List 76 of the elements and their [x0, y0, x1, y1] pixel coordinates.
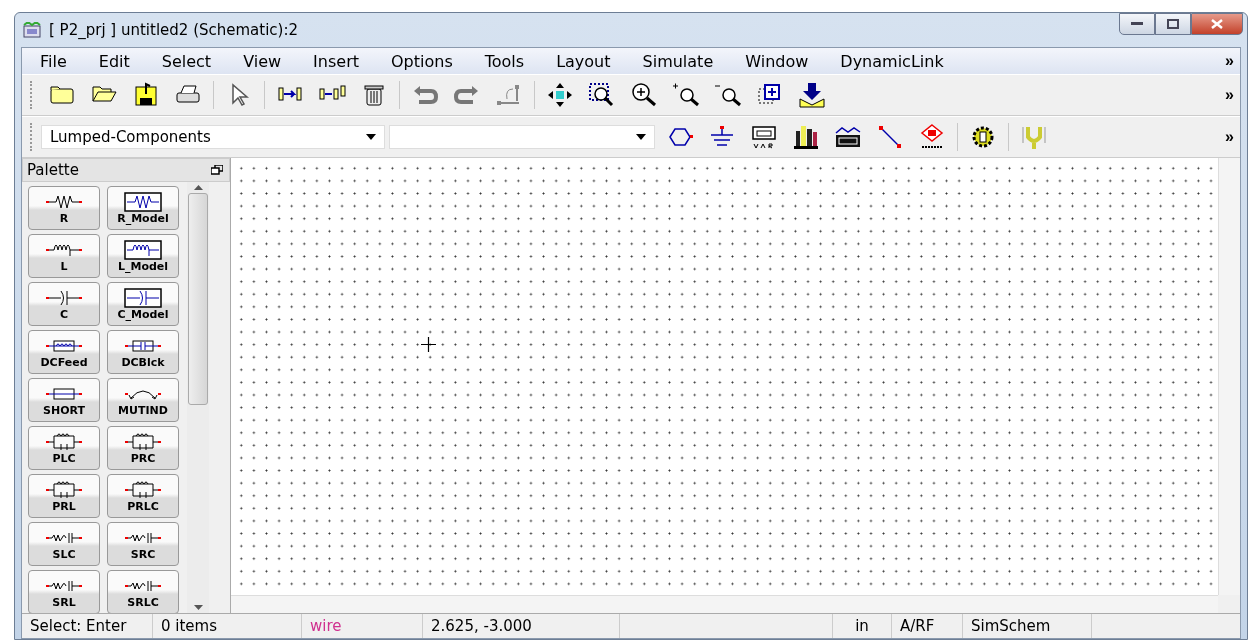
- palette-item[interactable]: L: [28, 234, 100, 278]
- app-icon: [23, 22, 41, 38]
- var-block-icon: [750, 123, 778, 151]
- more-menus-button[interactable]: »: [1219, 52, 1240, 70]
- close-icon: [1210, 19, 1224, 29]
- component-symbol-icon: [123, 191, 163, 212]
- menu-item[interactable]: Tools: [472, 51, 537, 71]
- palette-item[interactable]: DCFeed: [28, 330, 100, 374]
- status-field: Select: Enter: [22, 614, 153, 638]
- palette-item[interactable]: PRLC: [107, 474, 179, 518]
- palette-title: Palette: [27, 161, 79, 179]
- component-symbol-icon: [123, 479, 163, 500]
- palette-item[interactable]: SLC: [28, 522, 100, 566]
- status-field: SimSchem: [963, 614, 1092, 638]
- component-symbol-icon: [123, 287, 163, 308]
- palette-item[interactable]: MUTIND: [107, 378, 179, 422]
- pan-arrows-icon: [546, 81, 574, 109]
- scroll-down-icon[interactable]: [193, 602, 203, 613]
- download-icon: [798, 81, 826, 109]
- palette-item[interactable]: R: [28, 186, 100, 230]
- dropdown-caret-icon: [636, 134, 646, 140]
- palette-item[interactable]: DCBlck: [107, 330, 179, 374]
- scroll-up-icon[interactable]: [193, 182, 203, 193]
- palette-item[interactable]: PRC: [107, 426, 179, 470]
- status-field: wire: [302, 614, 423, 638]
- palette-item[interactable]: PRL: [28, 474, 100, 518]
- status-field: 2.625, -3.000: [423, 614, 620, 638]
- zoom-in-two-icon: [672, 81, 700, 109]
- menu-item[interactable]: Simulate: [630, 51, 726, 71]
- palette-item[interactable]: SRC: [107, 522, 179, 566]
- status-field: in: [833, 614, 892, 638]
- library-dropdown[interactable]: Lumped-Components: [41, 125, 385, 149]
- more-tools-button[interactable]: »: [1219, 128, 1240, 146]
- close-button[interactable]: [1191, 13, 1243, 35]
- menu-item[interactable]: Edit: [86, 51, 142, 71]
- window-title: [ P2_prj ] untitled2 (Schematic):2: [49, 21, 299, 39]
- menu-item[interactable]: Layout: [544, 51, 623, 71]
- palette-scrollbar[interactable]: [187, 182, 209, 613]
- status-field: A/RF: [892, 614, 963, 638]
- palette-item[interactable]: SRLC: [107, 570, 179, 613]
- library-books-icon: [792, 123, 820, 151]
- name-label-icon: [918, 123, 946, 151]
- dropdown-caret-icon: [366, 134, 376, 140]
- menu-item[interactable]: Window: [733, 51, 821, 71]
- component-symbol-icon: [123, 431, 163, 452]
- menu-item[interactable]: Insert: [301, 51, 371, 71]
- menu-item[interactable]: Select: [149, 51, 224, 71]
- palette-item[interactable]: C: [28, 282, 100, 326]
- more-tools-button[interactable]: »: [1219, 86, 1240, 104]
- palette-item[interactable]: SHORT: [28, 378, 100, 422]
- scrollbar-thumb[interactable]: [188, 193, 208, 405]
- menu-item[interactable]: View: [231, 51, 294, 71]
- menu-item[interactable]: Options: [379, 51, 465, 71]
- minimize-icon: [1131, 22, 1143, 26]
- restore-icon[interactable]: [211, 165, 223, 175]
- wire-icon: [876, 123, 904, 151]
- zoom-area-icon: [588, 81, 616, 109]
- menu-item[interactable]: File: [28, 51, 79, 71]
- component-symbol-icon: [123, 239, 163, 260]
- maximize-button[interactable]: [1155, 13, 1191, 35]
- palette-item[interactable]: C_Model: [107, 282, 179, 326]
- maximize-icon: [1167, 19, 1179, 29]
- zoom-in-icon: [630, 81, 658, 109]
- component-symbol-icon: [44, 431, 84, 452]
- menu-item[interactable]: DynamicLink: [828, 51, 956, 71]
- floppy-disk-icon: [132, 81, 160, 109]
- palette-item[interactable]: R_Model: [107, 186, 179, 230]
- minimize-button[interactable]: [1119, 13, 1155, 35]
- canvas-horizontal-scrollbar[interactable]: [231, 595, 1218, 613]
- status-field: 0 items: [153, 614, 302, 638]
- palette-item[interactable]: L_Model: [107, 234, 179, 278]
- canvas-vertical-scrollbar[interactable]: [1218, 158, 1240, 595]
- crosshair-cursor-icon: [421, 337, 436, 352]
- component-symbol-icon: [44, 479, 84, 500]
- palette-item[interactable]: SRL: [28, 570, 100, 613]
- palette-item[interactable]: PLC: [28, 426, 100, 470]
